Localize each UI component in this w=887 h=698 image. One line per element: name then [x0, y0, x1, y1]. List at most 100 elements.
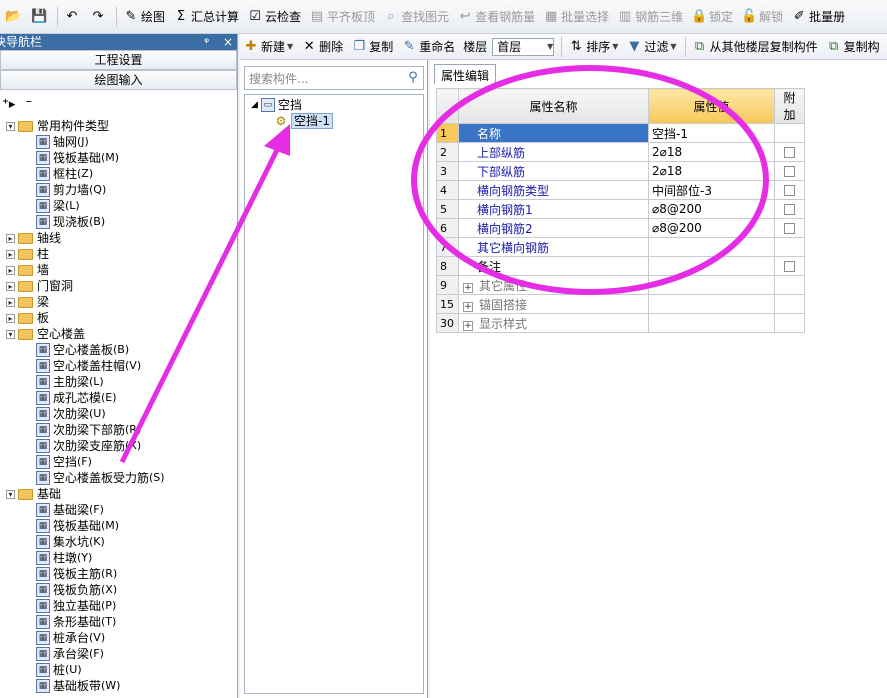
property-value[interactable] [648, 256, 775, 276]
rename-button[interactable]: ✎ 重命名 [398, 36, 458, 58]
tree-item[interactable]: ▦ 次肋梁 (U) [0, 406, 237, 422]
batch-select-button[interactable]: ▦ 批量选择 [540, 5, 612, 29]
filter-button[interactable]: ▼ 过滤 ▼ [623, 36, 679, 58]
expand-icon[interactable]: ▸ [6, 313, 15, 323]
extra-checkbox[interactable] [784, 184, 795, 196]
expand-icon[interactable]: ▸ [6, 297, 15, 307]
draw-button[interactable]: ✎ 绘图 [120, 5, 168, 29]
search-box[interactable]: 搜索构件... ⚲ [244, 66, 424, 90]
tree-item[interactable]: ▦ 条形基础 (T) [0, 614, 237, 630]
tree-item[interactable]: ▦ 承台梁 (F) [0, 646, 237, 662]
property-row[interactable]: 15 + 锚固搭接 [436, 294, 805, 314]
tree-item[interactable]: ▦ 独立基础 (P) [0, 598, 237, 614]
collapse-icon[interactable]: ▾ [6, 329, 15, 339]
tree-item[interactable]: ▦ 主肋梁 (L) [0, 374, 237, 390]
tree-item[interactable]: ▦ 成孔芯模 (E) [0, 390, 237, 406]
property-row[interactable]: 1 名称 空挡-1 [436, 123, 805, 143]
tree-folder[interactable]: ▸ 柱 [0, 246, 237, 262]
rebar-3d-button[interactable]: ▥ 钢筋三维 [614, 5, 686, 29]
delete-button[interactable]: ✕ 删除 [298, 36, 346, 58]
tree-folder[interactable]: ▾ 常用构件类型 [0, 118, 237, 134]
property-row[interactable]: 30 + 显示样式 [436, 313, 805, 333]
tree-item[interactable]: ▦ 集水坑 (K) [0, 534, 237, 550]
extra-checkbox[interactable] [784, 260, 795, 272]
extra-checkbox[interactable] [784, 146, 795, 158]
tree-folder[interactable]: ▸ 梁 [0, 294, 237, 310]
collapse-all-icon[interactable]: ⁻ [25, 97, 32, 112]
unlock-button[interactable]: 🔓 解锁 [738, 5, 786, 29]
tree-folder[interactable]: ▸ 轴线 [0, 230, 237, 246]
property-value[interactable]: 空挡-1 [648, 123, 775, 143]
tree-item[interactable]: ▦ 空挡 (F) [0, 454, 237, 470]
property-value[interactable] [648, 237, 775, 257]
tree-item[interactable]: ▦ 空心楼盖板受力筋 (S) [0, 470, 237, 486]
expand-icon[interactable]: + [463, 301, 473, 312]
tree-item[interactable]: ▦ 筏板基础 (M) [0, 518, 237, 534]
property-row[interactable]: 5 横向钢筋1 ⌀8@200 [436, 199, 805, 219]
expand-icon[interactable]: ▸ [6, 233, 15, 243]
new-button[interactable]: ✚ 新建 ▼ [240, 36, 296, 58]
property-value[interactable]: 2⌀18 [648, 142, 775, 162]
property-value[interactable] [648, 294, 775, 314]
tree-item[interactable]: ▦ 梁 (L) [0, 198, 237, 214]
property-value[interactable]: ⌀8@200 [648, 199, 775, 219]
expand-icon[interactable]: + [463, 282, 473, 293]
property-row[interactable]: 6 横向钢筋2 ⌀8@200 [436, 218, 805, 238]
tree-item[interactable]: ▦ 筏板主筋 (R) [0, 566, 237, 582]
lock-button[interactable]: 🔒 锁定 [688, 5, 736, 29]
property-row[interactable]: 4 横向钢筋类型 中间部位-3 [436, 180, 805, 200]
property-row[interactable]: 2 上部纵筋 2⌀18 [436, 142, 805, 162]
close-icon[interactable]: × [223, 35, 233, 49]
property-row[interactable]: 7 其它横向钢筋 [436, 237, 805, 257]
drawing-input-button[interactable]: 绘图输入 [0, 70, 237, 90]
expand-icon[interactable]: ▸ [6, 265, 15, 275]
expand-all-icon[interactable]: ⁺▸ [2, 97, 15, 112]
pin-icon[interactable]: ᵠ [204, 35, 209, 49]
tree-item[interactable]: ▦ 筏板基础 (M) [0, 150, 237, 166]
tree-folder[interactable]: ▸ 墙 [0, 262, 237, 278]
tree-item[interactable]: ▦ 桩承台 (V) [0, 630, 237, 646]
tree-folder[interactable]: ▾ 基础 [0, 486, 237, 502]
redo-button[interactable]: ↷ [87, 5, 111, 29]
search-icon[interactable]: ⚲ [405, 70, 421, 86]
property-value[interactable]: 中间部位-3 [648, 180, 775, 200]
tree-item[interactable]: ▦ 框柱 (Z) [0, 166, 237, 182]
expand-icon[interactable]: ▸ [6, 281, 15, 291]
copy-button[interactable]: ❐ 复制 [348, 36, 396, 58]
tab-property-edit[interactable]: 属性编辑 [434, 64, 497, 84]
tree-item[interactable]: ▦ 剪力墙 (Q) [0, 182, 237, 198]
sort-button[interactable]: ⇅ 排序 ▼ [565, 36, 621, 58]
sum-button[interactable]: Σ 汇总计算 [170, 5, 242, 29]
property-value[interactable]: ⌀8@200 [648, 218, 775, 238]
tree-item[interactable]: ▦ 现浇板 (B) [0, 214, 237, 230]
find-button[interactable]: ⌕ 查找图元 [380, 5, 452, 29]
project-settings-button[interactable]: 工程设置 [0, 50, 237, 70]
copy-to-button[interactable]: ⧉ 复制构 [823, 36, 883, 58]
batch-button[interactable]: ✐ 批量册 [788, 5, 848, 29]
tree-item[interactable]: ▦ 基础板带 (W) [0, 678, 237, 694]
extra-checkbox[interactable] [784, 203, 795, 215]
property-row[interactable]: 8 备注 [436, 256, 805, 276]
property-row[interactable]: 9 + 其它属性 [436, 275, 805, 295]
expand-icon[interactable]: + [463, 320, 473, 331]
tree-item[interactable]: ▦ 次肋梁支座筋 (X) [0, 438, 237, 454]
extra-checkbox[interactable] [784, 222, 795, 234]
property-row[interactable]: 3 下部纵筋 2⌀18 [436, 161, 805, 181]
extra-checkbox[interactable] [784, 165, 795, 177]
tree-item[interactable]: ▦ 筏板负筋 (X) [0, 582, 237, 598]
save-button[interactable]: 💾 [28, 5, 52, 29]
expand-icon[interactable]: ▸ [6, 249, 15, 259]
tree-item[interactable]: ▦ 空心楼盖板 (B) [0, 342, 237, 358]
property-value[interactable] [648, 275, 775, 295]
tree-item[interactable]: ▦ 次肋梁下部筋 (R) [0, 422, 237, 438]
tree-item[interactable]: ▦ 柱墩 (Y) [0, 550, 237, 566]
tree-folder[interactable]: ▸ 板 [0, 310, 237, 326]
tree-item[interactable]: ▦ 基础梁 (F) [0, 502, 237, 518]
collapse-icon[interactable]: ▾ [6, 489, 15, 499]
tree-item[interactable]: ▦ 轴网 (J) [0, 134, 237, 150]
cloud-check-button[interactable]: ☑ 云检查 [244, 5, 304, 29]
align-slab-button[interactable]: ▤ 平齐板顶 [306, 5, 378, 29]
tree-folder[interactable]: ▾ 空心楼盖 [0, 326, 237, 342]
tree-folder[interactable]: ▸ 门窗洞 [0, 278, 237, 294]
floor-select[interactable]: 首层 ▼ [492, 37, 555, 56]
